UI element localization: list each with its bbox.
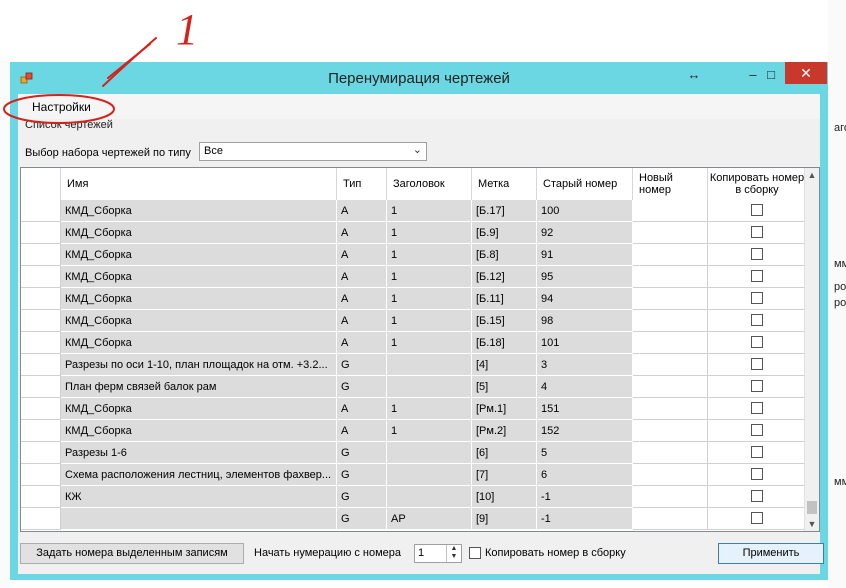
annotation-number: 1	[176, 5, 198, 54]
annotation-overlay: 1	[3, 5, 198, 124]
annotation-stroke	[107, 43, 151, 79]
annotation-circle	[3, 94, 115, 124]
